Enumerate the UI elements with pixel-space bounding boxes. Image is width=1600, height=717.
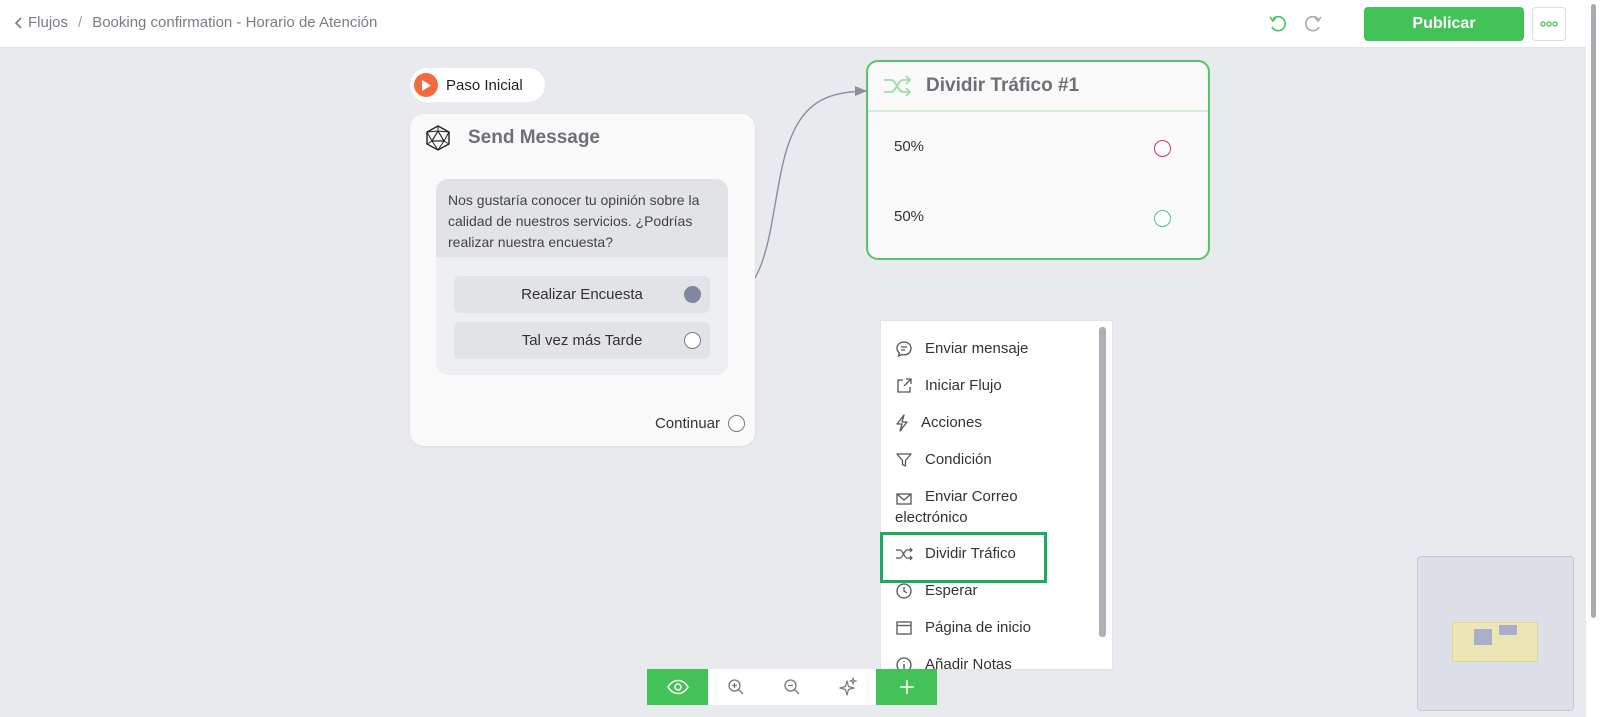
zoom-out-button[interactable] xyxy=(764,669,820,705)
branch-1-connector[interactable] xyxy=(1154,140,1171,157)
menu-item-label: Añadir Notas xyxy=(925,656,1012,670)
branch-1-percent: 50% xyxy=(894,138,925,155)
plus-icon xyxy=(899,680,914,694)
back-to-flows-link[interactable]: Flujos xyxy=(14,14,68,31)
menu-item-label: Acciones xyxy=(921,414,982,431)
menu-item-acciones[interactable]: Acciones xyxy=(895,412,982,433)
menu-item-iniciar-flujo[interactable]: Iniciar Flujo xyxy=(895,375,1002,396)
auto-arrange-button[interactable] xyxy=(820,669,876,705)
add-step-button[interactable] xyxy=(876,669,937,705)
split-traffic-header: Dividir Tráfico #1 xyxy=(868,62,1208,112)
zoom-in-icon xyxy=(728,679,744,695)
lightning-icon xyxy=(896,414,908,432)
add-step-menu: Enviar mensaje Iniciar Flujo Acciones Co… xyxy=(880,320,1113,670)
menu-item-enviar-mensaje[interactable]: Enviar mensaje xyxy=(895,338,1028,359)
canvas-toolbar xyxy=(647,669,937,705)
minimap-node xyxy=(1474,629,1492,645)
publish-button[interactable]: Publicar xyxy=(1364,7,1524,41)
choice-connector-empty[interactable] xyxy=(684,332,701,349)
more-options-button[interactable] xyxy=(1532,7,1566,41)
menu-item-label: Enviar Correo electrónico xyxy=(895,488,1018,526)
shuffle-icon xyxy=(884,75,912,97)
menu-item-label: Página de inicio xyxy=(925,619,1031,636)
choice-button-realizar-encuesta[interactable]: Realizar Encuesta xyxy=(454,276,710,313)
breadcrumb-separator: / xyxy=(78,14,83,31)
filter-icon xyxy=(896,453,912,467)
minimap[interactable] xyxy=(1417,556,1574,711)
clock-icon xyxy=(896,583,912,599)
page-scrollbar[interactable] xyxy=(1586,0,1600,717)
send-message-title: Send Message xyxy=(468,127,600,148)
send-message-header: Send Message xyxy=(424,124,600,152)
start-step-label: Paso Inicial xyxy=(446,76,523,94)
mail-icon xyxy=(896,493,912,505)
message-bubble[interactable]: Nos gustaría conocer tu opinión sobre la… xyxy=(436,179,728,375)
start-step-pill[interactable]: Paso Inicial xyxy=(410,68,545,102)
zoom-in-button[interactable] xyxy=(708,669,764,705)
info-icon xyxy=(896,657,912,669)
menu-item-enviar-correo[interactable]: Enviar Correo electrónico xyxy=(895,486,1075,528)
external-link-icon xyxy=(897,378,912,393)
breadcrumb: Flujos / Booking confirmation - Horario … xyxy=(14,14,377,31)
menu-scrollbar[interactable] xyxy=(1099,327,1106,637)
menu-item-label: Enviar mensaje xyxy=(925,340,1029,357)
continue-connector[interactable] xyxy=(728,415,745,432)
polyhedron-icon xyxy=(426,125,450,151)
message-text: Nos gustaría conocer tu opinión sobre la… xyxy=(436,179,728,257)
connector-wire xyxy=(727,86,867,297)
minimap-viewport[interactable] xyxy=(1452,622,1538,662)
menu-item-label: Esperar xyxy=(925,582,978,599)
window-icon xyxy=(896,621,912,635)
redo-icon[interactable] xyxy=(1302,13,1324,35)
play-icon xyxy=(414,73,438,97)
menu-item-label: Condición xyxy=(925,451,992,468)
top-bar: Flujos / Booking confirmation - Horario … xyxy=(0,0,1586,48)
sparkles-icon xyxy=(839,677,858,696)
choice-button-tal-vez-mas-tarde[interactable]: Tal vez más Tarde xyxy=(454,322,710,359)
continue-output[interactable]: Continuar xyxy=(655,415,745,432)
chat-icon xyxy=(896,341,912,358)
back-label: Flujos xyxy=(28,14,69,31)
choice-label: Tal vez más Tarde xyxy=(521,332,643,349)
split-traffic-title: Dividir Tráfico #1 xyxy=(926,75,1080,96)
menu-item-condicion[interactable]: Condición xyxy=(895,449,992,470)
minimap-node xyxy=(1499,625,1517,635)
menu-item-esperar[interactable]: Esperar xyxy=(895,580,978,601)
zoom-out-icon xyxy=(784,679,800,695)
choice-connector-filled[interactable] xyxy=(684,286,701,303)
continue-label: Continuar xyxy=(654,415,720,432)
page-scrollbar-thumb[interactable] xyxy=(1591,4,1596,618)
menu-item-pagina-de-inicio[interactable]: Página de inicio xyxy=(895,617,1031,638)
branch-2-percent: 50% xyxy=(894,208,925,225)
more-dots-icon xyxy=(1540,21,1558,27)
choice-label: Realizar Encuesta xyxy=(521,286,643,303)
preview-button[interactable] xyxy=(647,669,708,705)
flow-title: Booking confirmation - Horario de Atenci… xyxy=(92,14,378,31)
send-message-node[interactable]: Send Message Nos gustaría conocer tu opi… xyxy=(410,114,755,446)
split-traffic-node[interactable]: Dividir Tráfico #1 50% 50% xyxy=(866,60,1210,260)
undo-icon[interactable] xyxy=(1267,13,1289,35)
menu-item-label: Iniciar Flujo xyxy=(925,377,1002,394)
menu-item-anadir-notas[interactable]: Añadir Notas xyxy=(895,654,1012,670)
branch-2-connector[interactable] xyxy=(1154,210,1171,227)
eye-icon xyxy=(666,679,689,695)
highlight-box xyxy=(880,532,1047,583)
chevron-left-icon xyxy=(14,16,22,29)
